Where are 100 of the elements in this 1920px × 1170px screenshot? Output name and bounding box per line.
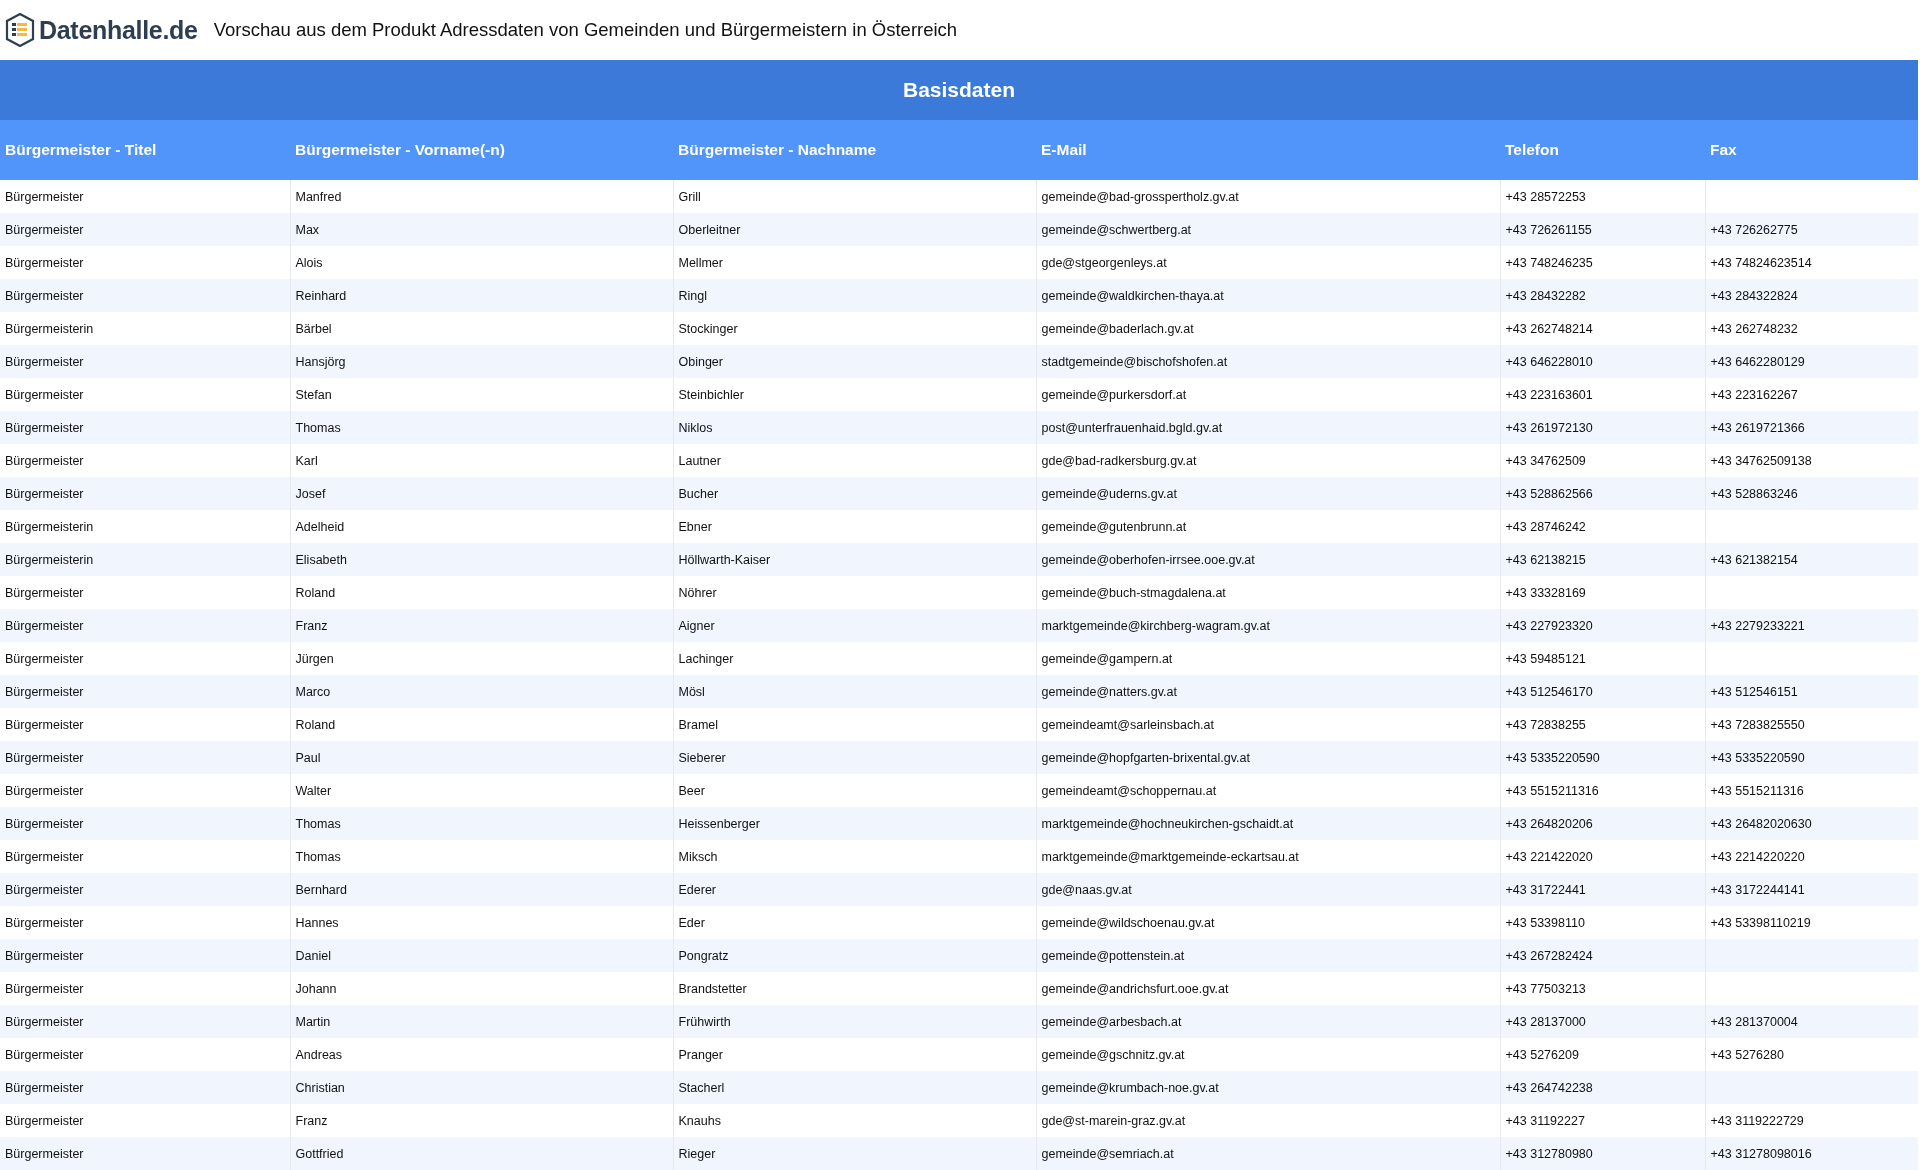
table-cell: Elisabeth [290,543,673,576]
table-cell: +43 646228010 [1500,345,1705,378]
table-cell: Bürgermeister [0,807,290,840]
table-cell: Max [290,213,673,246]
table-cell: gemeinde@arbesbach.at [1036,1005,1500,1038]
table-cell: Reinhard [290,279,673,312]
table-cell: +43 312780980 [1500,1137,1705,1170]
table-cell: Höllwarth-Kaiser [673,543,1036,576]
table-cell: Oberleitner [673,213,1036,246]
table-cell: Bürgermeister [0,1071,290,1104]
table-cell: Bürgermeisterin [0,312,290,345]
table-cell: post@unterfrauenhaid.bgld.gv.at [1036,411,1500,444]
table-cell: +43 261972130 [1500,411,1705,444]
table-cell: +43 62138215 [1500,543,1705,576]
table-cell: Bürgermeister [0,180,290,213]
table-cell: Bürgermeister [0,741,290,774]
table-cell: +43 26482020630 [1705,807,1918,840]
table-cell: Paul [290,741,673,774]
table-cell: gde@naas.gv.at [1036,873,1500,906]
table-cell: +43 28432282 [1500,279,1705,312]
table-cell: Bürgermeister [0,675,290,708]
table-cell: Bürgermeister [0,774,290,807]
table-cell: Ederer [673,873,1036,906]
table-cell: Bürgermeisterin [0,543,290,576]
column-header: Fax [1705,120,1918,180]
table-cell: Bucher [673,477,1036,510]
table-cell: Rieger [673,1137,1036,1170]
column-header: E-Mail [1036,120,1500,180]
table-group-header: Basisdaten [0,60,1918,120]
table-cell: gemeinde@semriach.at [1036,1137,1500,1170]
table-cell: gemeinde@waldkirchen-thaya.at [1036,279,1500,312]
table-cell: Frühwirth [673,1005,1036,1038]
table-cell: marktgemeinde@kirchberg-wagram.gv.at [1036,609,1500,642]
table-cell: Bürgermeister [0,906,290,939]
table-cell: Bürgermeister [0,477,290,510]
logo-icon [5,13,35,47]
table-cell: +43 31722441 [1500,873,1705,906]
table-cell: +43 621382154 [1705,543,1918,576]
table-cell: +43 726262775 [1705,213,1918,246]
table-cell: Bürgermeister [0,1137,290,1170]
table-cell: Bürgermeister [0,213,290,246]
table-cell: +43 6462280129 [1705,345,1918,378]
table-cell: +43 227923320 [1500,609,1705,642]
table-cell: marktgemeinde@hochneukirchen-gschaidt.at [1036,807,1500,840]
table-cell: +43 28137000 [1500,1005,1705,1038]
table-cell: Bürgermeister [0,378,290,411]
table-cell: Bürgermeister [0,1005,290,1038]
table-cell: +43 528863246 [1705,477,1918,510]
table-cell: Marco [290,675,673,708]
table-cell: +43 281370004 [1705,1005,1918,1038]
table-cell: Bürgermeister [0,708,290,741]
table-cell: +43 5335220590 [1500,741,1705,774]
table-cell: +43 5335220590 [1705,741,1918,774]
column-header: Bürgermeister - Titel [0,120,290,180]
column-header: Bürgermeister - Vorname(-n) [290,120,673,180]
table-cell: Bürgermeister [0,246,290,279]
table-cell: gemeinde@natters.gv.at [1036,675,1500,708]
table-cell: Bürgermeister [0,1104,290,1137]
table-cell: +43 264820206 [1500,807,1705,840]
table-cell: +43 284322824 [1705,279,1918,312]
page-title: Vorschau aus dem Produkt Adressdaten von Gemeinden und Bürgermeistern in Österreich [213,19,958,41]
table-cell: Bürgermeister [0,939,290,972]
table-cell: Bürgermeister [0,411,290,444]
logo-text: Datenhalle.de [39,15,198,45]
table-cell: Bürgermeister [0,576,290,609]
table-cell: Sieberer [673,741,1036,774]
table-cell: +43 726261155 [1500,213,1705,246]
column-header: Telefon [1500,120,1705,180]
table-cell: Bürgermeisterin [0,510,290,543]
table-cell: Gottfried [290,1137,673,1170]
table-cell: Bürgermeister [0,444,290,477]
table-cell: Bürgermeister [0,873,290,906]
table-cell: Franz [290,609,673,642]
table-cell: Thomas [290,807,673,840]
table-cell: Thomas [290,411,673,444]
table-cell: +43 2279233221 [1705,609,1918,642]
column-header: Bürgermeister - Nachname [673,120,1036,180]
table-cell: Mösl [673,675,1036,708]
table-cell: Pongratz [673,939,1036,972]
table-cell: gemeinde@krumbach-noe.gv.at [1036,1071,1500,1104]
table-cell: Obinger [673,345,1036,378]
table-cell: +43 264742238 [1500,1071,1705,1104]
table-cell: Hansjörg [290,345,673,378]
table-cell: Bürgermeister [0,609,290,642]
table-cell: Bürgermeister [0,1038,290,1071]
table-cell: Martin [290,1005,673,1038]
table-cell: Bürgermeister [0,840,290,873]
table-cell: stadtgemeinde@bischofshofen.at [1036,345,1500,378]
table-cell: gemeinde@schwertberg.at [1036,213,1500,246]
table-cell: Daniel [290,939,673,972]
table-cell: Aigner [673,609,1036,642]
table-cell: gemeinde@oberhofen-irrsee.ooe.gv.at [1036,543,1500,576]
table-cell: +43 31278098016 [1705,1137,1918,1170]
table-cell: +43 267282424 [1500,939,1705,972]
table-cell: +43 528862566 [1500,477,1705,510]
table-cell: +43 2619721366 [1705,411,1918,444]
table-cell: gemeinde@uderns.gv.at [1036,477,1500,510]
table-cell: +43 3172244141 [1705,873,1918,906]
table-cell: Niklos [673,411,1036,444]
table-cell: Ringl [673,279,1036,312]
